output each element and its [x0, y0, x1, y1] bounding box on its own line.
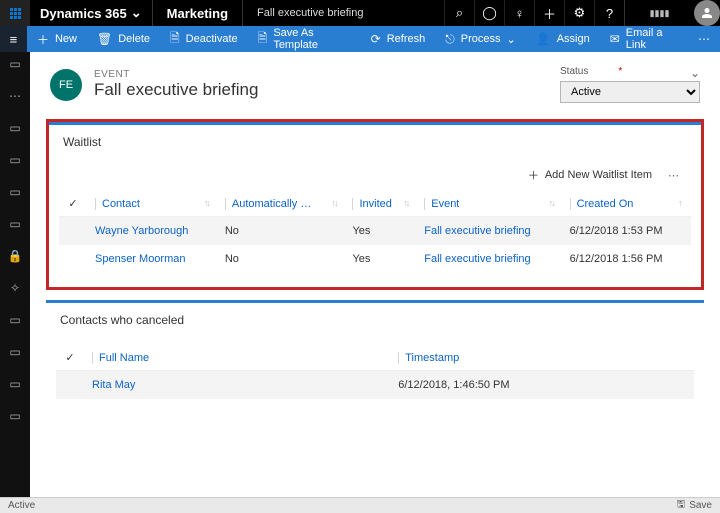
person-icon	[701, 7, 713, 19]
plus-icon: ＋	[528, 167, 539, 183]
sidebar-item-12[interactable]: ▭	[7, 408, 23, 424]
nav-toggle[interactable]: ≡	[0, 26, 27, 52]
event-link[interactable]: Fall executive briefing	[424, 253, 530, 265]
sidebar-item-2[interactable]: ⋯	[7, 88, 23, 104]
brand-name: Dynamics 365	[40, 6, 127, 21]
breadcrumb[interactable]: Fall executive briefing	[243, 7, 377, 19]
chevron-down-icon: ⌄	[131, 5, 142, 21]
table-row[interactable]: Wayne Yarborough No Yes Fall executive b…	[59, 217, 691, 246]
contact-link[interactable]: Wayne Yarborough	[95, 225, 188, 237]
col-auto[interactable]: Automatically …↑↓	[217, 191, 345, 217]
save-template-label: Save As Template	[273, 27, 350, 51]
assign-label: Assign	[557, 33, 590, 45]
refresh-label: Refresh	[387, 33, 426, 45]
product-switcher[interactable]: Dynamics 365 ⌄	[30, 5, 152, 21]
col-timestamp[interactable]: Timestamp	[390, 345, 694, 371]
email-link-button[interactable]: ✉ Email a Link	[600, 26, 688, 52]
deactivate-icon: 🗎	[170, 29, 180, 50]
trash-icon: 🗑	[97, 32, 112, 46]
canceled-grid: ✓ Full Name Timestamp Rita May 6/12/2018…	[56, 345, 694, 399]
chevron-down-icon: ⌄	[507, 33, 516, 46]
new-button[interactable]: ＋ New	[27, 26, 87, 52]
search-icon[interactable]: ⌕	[444, 0, 474, 26]
select-all[interactable]: ✓	[59, 191, 87, 217]
waitlist-grid: ✓ Contact↑↓ Automatically …↑↓ Invited↑↓ …	[59, 191, 691, 273]
sidebar-item-4[interactable]: ▭	[7, 152, 23, 168]
waffle-icon	[10, 8, 21, 19]
status-text: Active	[8, 500, 35, 511]
deactivate-button[interactable]: 🗎 Deactivate	[160, 26, 248, 52]
help-icon[interactable]: ?	[594, 0, 624, 26]
refresh-icon: ⟳	[371, 32, 381, 46]
save-button[interactable]: 🖫Save	[677, 497, 712, 513]
add-icon[interactable]: ＋	[534, 0, 564, 26]
settings-icon[interactable]: ⚙	[564, 0, 594, 26]
status-label: Status*	[560, 66, 700, 77]
app-launcher[interactable]	[0, 0, 30, 26]
email-link-label: Email a Link	[626, 27, 678, 51]
save-icon: 🖫	[677, 497, 686, 513]
sidebar-item-3[interactable]: ▭	[7, 120, 23, 136]
contact-link[interactable]: Spenser Moorman	[95, 253, 186, 265]
process-button[interactable]: ⎋ Process ⌄	[435, 26, 525, 52]
sidebar-item-10[interactable]: ▭	[7, 344, 23, 360]
col-full-name[interactable]: Full Name	[84, 345, 390, 371]
sidebar-item-7[interactable]: 🔒	[7, 248, 23, 264]
col-invited[interactable]: Invited↑↓	[344, 191, 416, 217]
table-row[interactable]: Spenser Moorman No Yes Fall executive br…	[59, 245, 691, 273]
status-select[interactable]: Active	[560, 81, 700, 103]
col-event[interactable]: Event↑↓	[416, 191, 561, 217]
table-row[interactable]: Rita May 6/12/2018, 1:46:50 PM	[56, 371, 694, 400]
delete-button[interactable]: 🗑 Delete	[87, 26, 160, 52]
avatar[interactable]	[694, 0, 720, 26]
relevance-icon[interactable]: ♀	[504, 0, 534, 26]
sidebar-item-5[interactable]: ▭	[7, 184, 23, 200]
sidebar-item-9[interactable]: ▭	[7, 312, 23, 328]
refresh-button[interactable]: ⟳ Refresh	[361, 26, 436, 52]
waitlist-more-button[interactable]: ⋯	[662, 169, 685, 182]
process-label: Process	[461, 33, 501, 45]
delete-label: Delete	[118, 33, 150, 45]
contact-link[interactable]: Rita May	[92, 379, 135, 391]
save-as-template-button[interactable]: 🗎Save As Template	[248, 26, 361, 52]
sidebar-item-8[interactable]: ✧	[7, 280, 23, 296]
col-contact[interactable]: Contact↑↓	[87, 191, 217, 217]
waitlist-title: Waitlist	[59, 135, 691, 149]
record-avatar: FE	[50, 69, 82, 101]
assign-icon: 👤	[536, 32, 551, 46]
process-icon: ⎋	[445, 32, 455, 47]
task-flow-icon[interactable]: ◯	[474, 0, 504, 26]
sidebar-item-1[interactable]: ▭	[7, 56, 23, 72]
mail-icon: ✉	[610, 32, 620, 46]
assign-button[interactable]: 👤 Assign	[526, 26, 600, 52]
event-link[interactable]: Fall executive briefing	[424, 225, 530, 237]
plus-icon: ＋	[37, 31, 49, 48]
template-icon: 🗎	[258, 29, 268, 50]
sidebar-item-11[interactable]: ▭	[7, 376, 23, 392]
deactivate-label: Deactivate	[186, 33, 238, 45]
select-all[interactable]: ✓	[56, 345, 84, 371]
col-created[interactable]: Created On↑	[562, 191, 691, 217]
expand-header-icon[interactable]: ⌄	[690, 66, 700, 80]
sidebar-item-6[interactable]: ▭	[7, 216, 23, 232]
page-title: Fall executive briefing	[94, 80, 258, 100]
new-label: New	[55, 33, 77, 45]
module-name[interactable]: Marketing	[152, 0, 243, 26]
more-commands[interactable]: ⋯	[688, 32, 720, 46]
user-menu[interactable]: ▮▮▮▮	[624, 0, 694, 26]
add-waitlist-item-button[interactable]: ＋Add New Waitlist Item	[528, 167, 652, 183]
canceled-title: Contacts who canceled	[56, 313, 694, 327]
entity-type: EVENT	[94, 69, 258, 80]
